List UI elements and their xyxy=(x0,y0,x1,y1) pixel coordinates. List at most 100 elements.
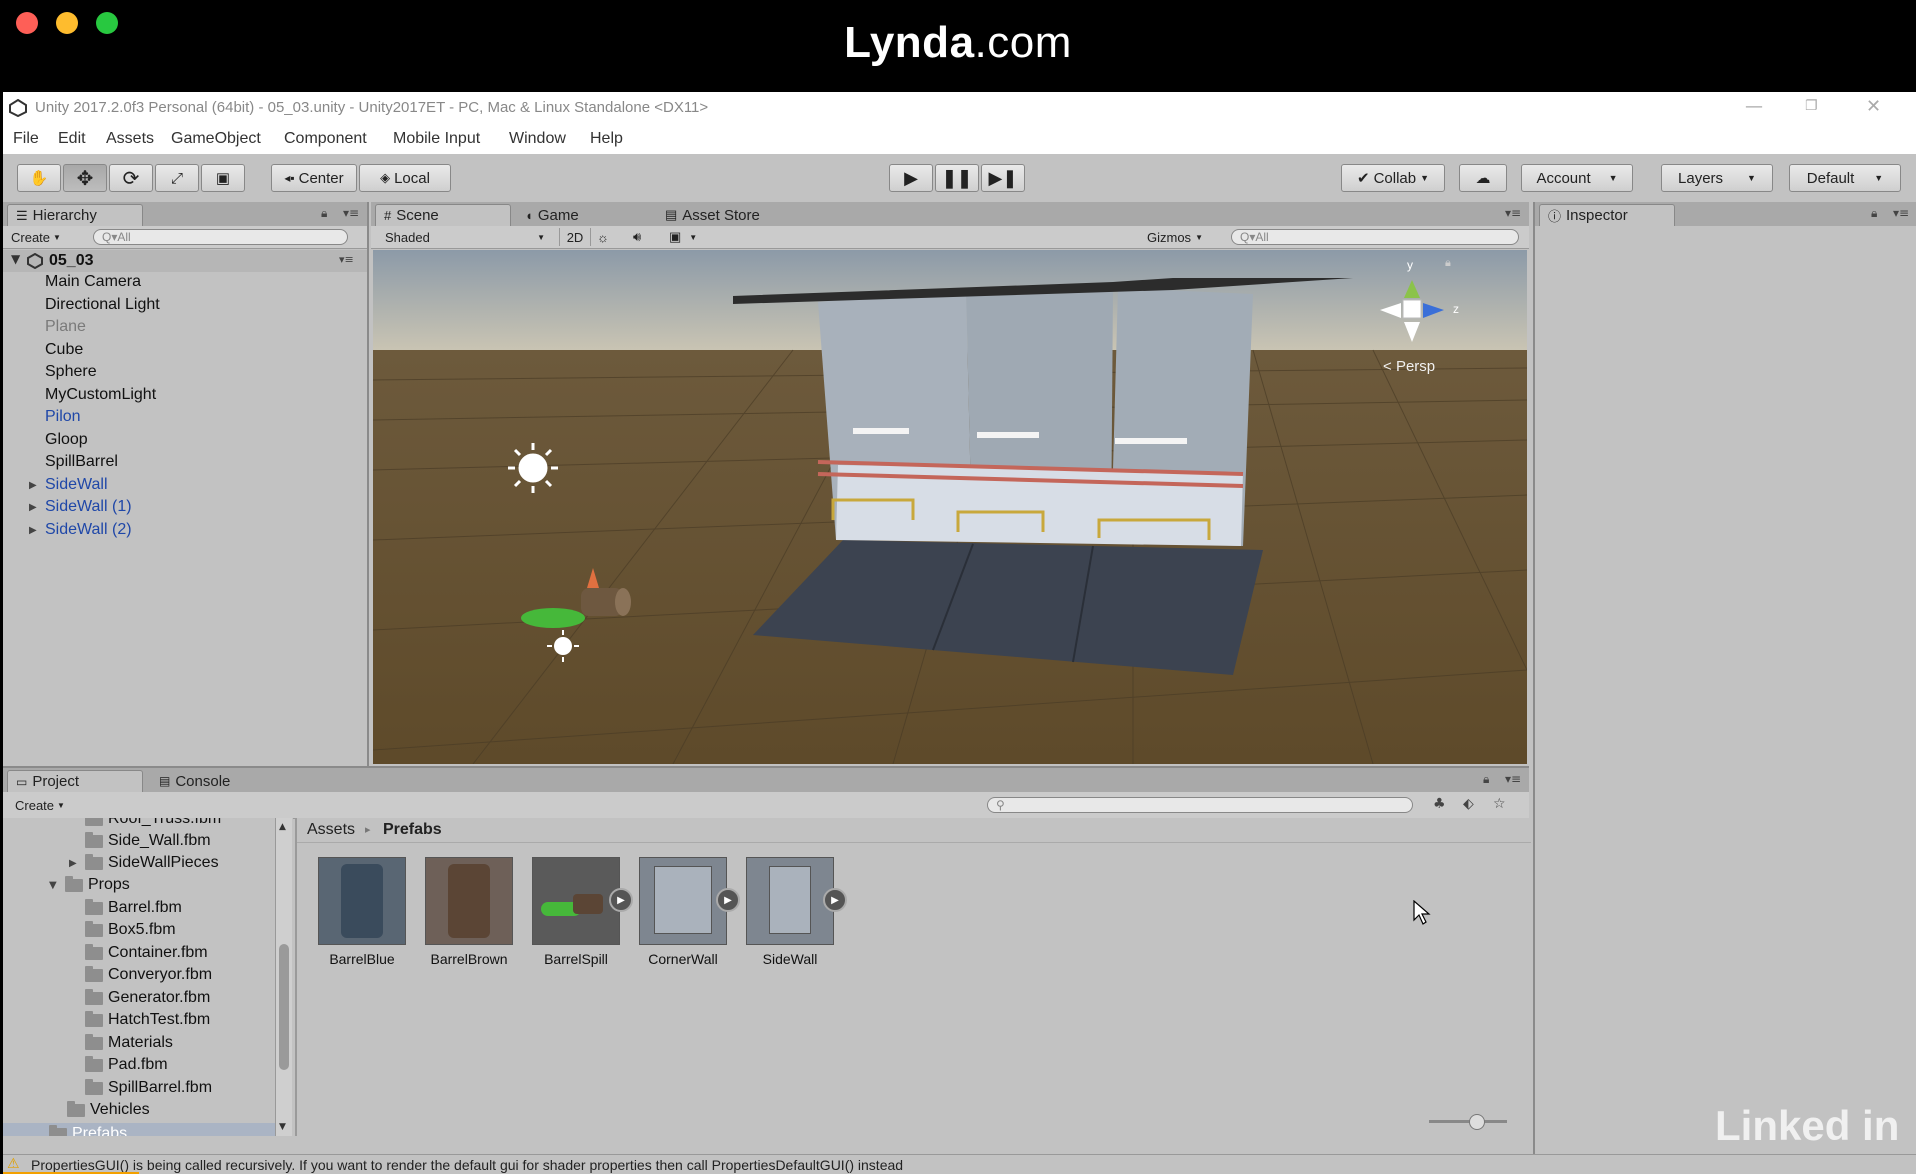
scene-search-input[interactable]: Q▾All xyxy=(1231,229,1519,245)
hierarchy-search-input[interactable]: Q▾All xyxy=(93,229,348,245)
expand-prefab-icon[interactable]: ▶ xyxy=(823,888,847,912)
menu-help[interactable]: Help xyxy=(590,130,623,148)
menu-file[interactable]: File xyxy=(13,130,39,148)
folder-item[interactable]: Converyor.fbm xyxy=(85,965,212,984)
menu-mobile-input[interactable]: Mobile Input xyxy=(393,130,480,148)
layout-dropdown[interactable]: Default ▼ xyxy=(1789,164,1901,192)
tab-hierarchy[interactable]: ☰ Hierarchy xyxy=(7,204,143,226)
hierarchy-item[interactable]: Gloop xyxy=(45,431,88,449)
play-button[interactable]: ▶ xyxy=(889,164,933,192)
folder-item[interactable]: Roof_Truss.fbm xyxy=(85,818,221,828)
hierarchy-create-dropdown[interactable]: Create ▼ xyxy=(11,228,61,246)
step-button[interactable]: ▶❚ xyxy=(981,164,1025,192)
folder-item[interactable]: Materials xyxy=(85,1033,173,1052)
panel-menu-icon[interactable]: ▾≡ xyxy=(1893,206,1909,220)
audio-toggle[interactable]: 🔊︎ xyxy=(633,228,641,246)
folder-item[interactable]: Container.fbm xyxy=(85,943,208,962)
menu-component[interactable]: Component xyxy=(284,130,367,148)
zoom-slider[interactable] xyxy=(1429,1114,1507,1130)
close-icon[interactable]: ✕ xyxy=(1866,96,1881,117)
panel-menu-icon[interactable]: ▾≡ xyxy=(1505,772,1521,786)
hierarchy-item[interactable]: SpillBarrel xyxy=(45,453,118,471)
scene-root-row[interactable]: ▼ 05_03 ▾≡ xyxy=(3,250,367,272)
menu-gameobject[interactable]: GameObject xyxy=(171,130,261,148)
lock-icon[interactable]: 🔒︎ xyxy=(321,206,327,221)
hierarchy-item[interactable]: SideWall (1) xyxy=(45,498,132,516)
layers-dropdown[interactable]: Layers ▼ xyxy=(1661,164,1773,192)
folder-item-selected[interactable]: Prefabs xyxy=(3,1123,275,1136)
tab-inspector[interactable]: ⓘ Inspector xyxy=(1539,204,1675,226)
tree-scrollbar[interactable]: ▲ ▼ xyxy=(275,818,292,1136)
move-tool-button[interactable]: ✥ xyxy=(63,164,107,192)
projection-toggle[interactable]: < Persp xyxy=(1383,358,1435,375)
pivot-center-button[interactable]: ◂▪ Center xyxy=(271,164,357,192)
menu-window[interactable]: Window xyxy=(509,130,566,148)
lock-icon[interactable]: 🔒︎ xyxy=(1871,206,1877,221)
collab-dropdown[interactable]: ✔ Collab ▼ xyxy=(1341,164,1445,192)
status-bar[interactable]: ⚠ PropertiesGUI() is being called recurs… xyxy=(3,1154,1916,1174)
hierarchy-item[interactable]: SideWall (2) xyxy=(45,521,132,539)
expand-arrow-icon[interactable]: ▶ xyxy=(69,858,77,869)
collapse-arrow-icon[interactable]: ▼ xyxy=(49,880,57,891)
mode-2d-toggle[interactable]: 2D xyxy=(559,228,591,246)
folder-item[interactable]: Vehicles xyxy=(67,1100,150,1119)
filter-by-label-icon[interactable]: ⬖ xyxy=(1463,796,1474,812)
hierarchy-item[interactable]: Directional Light xyxy=(45,296,160,314)
account-dropdown[interactable]: Account ▼ xyxy=(1521,164,1633,192)
expand-prefab-icon[interactable]: ▶ xyxy=(609,888,633,912)
lock-icon[interactable]: 🔒︎ xyxy=(1483,772,1489,787)
folder-item[interactable]: Box5.fbm xyxy=(85,920,176,939)
breadcrumb-root[interactable]: Assets xyxy=(307,821,355,839)
folder-item[interactable]: HatchTest.fbm xyxy=(85,1010,210,1029)
breadcrumb-current[interactable]: Prefabs xyxy=(383,821,442,839)
menu-assets[interactable]: Assets xyxy=(106,130,154,148)
folder-item[interactable]: Generator.fbm xyxy=(85,988,210,1007)
panel-menu-icon[interactable]: ▾≡ xyxy=(343,206,359,220)
scroll-thumb[interactable] xyxy=(279,944,289,1070)
asset-item[interactable]: ▶ BarrelSpill xyxy=(531,857,633,967)
minimize-icon[interactable]: — xyxy=(1745,96,1763,117)
gizmos-dropdown[interactable]: Gizmos ▼ xyxy=(1147,228,1203,246)
expand-arrow-icon[interactable]: ▶ xyxy=(29,480,37,491)
rotate-tool-button[interactable]: ⟳ xyxy=(109,164,153,192)
hierarchy-item[interactable]: SideWall xyxy=(45,476,108,494)
expand-arrow-icon[interactable]: ▼ xyxy=(11,252,20,266)
panel-menu-icon[interactable]: ▾≡ xyxy=(1505,206,1521,220)
folder-item[interactable]: Side_Wall.fbm xyxy=(85,831,211,850)
project-search-input[interactable]: ⚲ xyxy=(987,797,1413,813)
folder-item[interactable]: SpillBarrel.fbm xyxy=(85,1078,212,1097)
restore-icon[interactable]: ❐ xyxy=(1805,98,1818,114)
scale-tool-button[interactable]: ⤢ xyxy=(155,164,199,192)
pivot-local-button[interactable]: ◈ Local xyxy=(359,164,451,192)
project-create-dropdown[interactable]: Create ▼ xyxy=(15,796,65,814)
hierarchy-item[interactable]: Plane xyxy=(45,318,86,336)
folder-item[interactable]: SideWallPieces xyxy=(85,853,219,872)
tab-scene[interactable]: # Scene xyxy=(375,204,511,226)
favorite-star-icon[interactable]: ☆ xyxy=(1493,796,1506,812)
hierarchy-item[interactable]: Main Camera xyxy=(45,273,141,291)
pause-button[interactable]: ❚❚ xyxy=(935,164,979,192)
gizmo-lock-icon[interactable]: 🔒︎ xyxy=(1445,256,1451,270)
folder-item[interactable]: Barrel.fbm xyxy=(85,898,182,917)
expand-prefab-icon[interactable]: ▶ xyxy=(716,888,740,912)
hierarchy-item[interactable]: Sphere xyxy=(45,363,97,381)
tab-asset-store[interactable]: ▤ Asset Store xyxy=(657,204,768,226)
hierarchy-item[interactable]: MyCustomLight xyxy=(45,386,156,404)
tab-console[interactable]: ▤ Console xyxy=(151,770,238,792)
folder-item[interactable]: Props xyxy=(65,875,130,894)
asset-item[interactable]: ▶ CornerWall xyxy=(638,857,740,967)
cloud-button[interactable]: ☁ xyxy=(1459,164,1507,192)
scene-viewport[interactable]: y z 🔒︎ < Persp xyxy=(373,250,1527,764)
filter-by-type-icon[interactable]: ♣ xyxy=(1433,796,1446,812)
scroll-down-icon[interactable]: ▼ xyxy=(279,1122,286,1132)
hierarchy-item[interactable]: Pilon xyxy=(45,408,81,426)
folder-item[interactable]: Pad.fbm xyxy=(85,1055,168,1074)
lighting-toggle[interactable]: ☼ xyxy=(597,228,609,246)
hand-tool-button[interactable]: ✋ xyxy=(17,164,61,192)
expand-arrow-icon[interactable]: ▶ xyxy=(29,502,37,513)
asset-item[interactable]: BarrelBrown xyxy=(424,857,514,967)
tab-game[interactable]: ◖ Game xyxy=(517,204,587,226)
scene-menu-icon[interactable]: ▾≡ xyxy=(339,253,354,266)
shading-mode-dropdown[interactable]: Shaded ▼ xyxy=(385,228,545,246)
asset-item[interactable]: BarrelBlue xyxy=(317,857,407,967)
